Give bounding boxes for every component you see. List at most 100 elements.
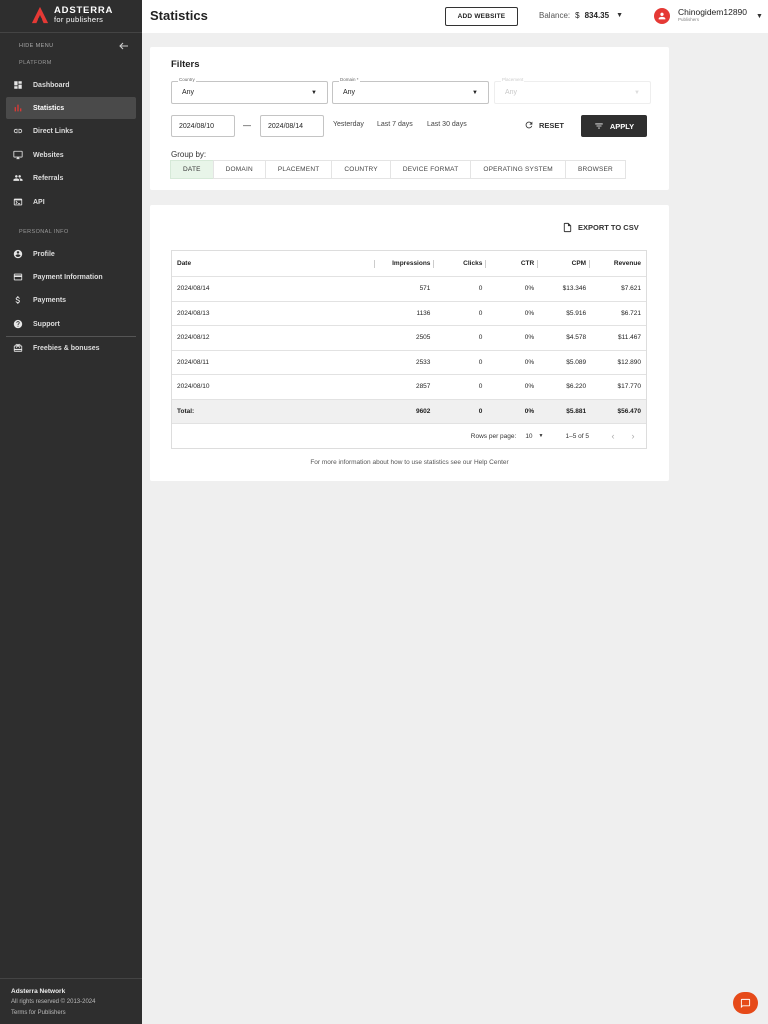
- date-to-input[interactable]: 2024/08/14: [260, 115, 324, 137]
- column-header-revenue[interactable]: Revenue: [589, 251, 646, 276]
- cell-impressions: 2857: [415, 383, 431, 391]
- tab-country[interactable]: COUNTRY: [331, 160, 391, 179]
- sidebar-item-api[interactable]: API: [6, 191, 136, 213]
- cell-date: 2024/08/11: [177, 358, 210, 366]
- cell-revenue: $17.770: [617, 383, 641, 391]
- footer-title: Adsterra Network: [11, 988, 66, 995]
- balance-selector[interactable]: Balance: $ 834.35 ▼: [539, 11, 623, 20]
- column-header-label: CPM: [571, 260, 587, 267]
- quick-range-yesterday[interactable]: Yesterday: [333, 121, 364, 128]
- sidebar-item-profile[interactable]: Profile: [6, 243, 136, 265]
- cell-impressions: 2533: [415, 358, 431, 366]
- chat-button[interactable]: [733, 992, 758, 1014]
- help-center-text[interactable]: For more information about how to use st…: [150, 459, 669, 466]
- brand-tagline: for publishers: [54, 15, 104, 24]
- adsterra-logo[interactable]: ADSTERRA for publishers: [31, 6, 113, 24]
- sidebar-item-label: Dashboard: [33, 81, 70, 89]
- sidebar-item-payment-information[interactable]: Payment Information: [6, 266, 136, 288]
- column-header-impressions[interactable]: Impressions: [373, 251, 436, 276]
- balance-label: Balance:: [539, 11, 571, 20]
- cell-ctr: 0%: [524, 383, 535, 391]
- bar-chart-icon: [13, 103, 23, 113]
- hide-menu-button[interactable]: HIDE MENU: [19, 42, 129, 50]
- sidebar-item-support[interactable]: Support: [6, 313, 136, 335]
- previous-page-icon[interactable]: ‹: [603, 431, 623, 441]
- column-header-cpm[interactable]: CPM: [537, 251, 591, 276]
- balance-currency: $: [575, 11, 580, 20]
- sidebar-item-payments[interactable]: Payments: [6, 289, 136, 311]
- cell-clicks: 0: [478, 358, 483, 366]
- adsterra-logo-icon: [31, 6, 49, 24]
- quick-range-last-30-days[interactable]: Last 30 days: [427, 121, 467, 128]
- rows-per-page-select[interactable]: 10 ▼: [525, 433, 543, 440]
- user-menu[interactable]: Chinogidem12890 Publishers ▼: [654, 8, 763, 24]
- avatar: [654, 8, 670, 24]
- chevron-down-icon: ▼: [756, 12, 763, 20]
- filters-title: Filters: [171, 59, 200, 70]
- sidebar-item-referrals[interactable]: Referrals: [6, 167, 136, 189]
- tab-browser[interactable]: BROWSER: [564, 160, 626, 179]
- sidebar-item-dashboard[interactable]: Dashboard: [6, 74, 136, 96]
- sidebar-item-freebies[interactable]: Freebies & bonuses: [6, 337, 136, 359]
- export-csv-button[interactable]: EXPORT TO CSV: [562, 222, 639, 233]
- reset-button[interactable]: RESET: [524, 120, 564, 130]
- domain-select[interactable]: Domain * Any ▼: [332, 77, 489, 104]
- credit-card-icon: [13, 272, 23, 282]
- monitor-icon: [13, 150, 23, 160]
- sidebar-item-statistics[interactable]: Statistics: [6, 97, 136, 119]
- next-page-icon[interactable]: ›: [623, 431, 643, 441]
- quick-range-last-7-days[interactable]: Last 7 days: [377, 121, 413, 128]
- column-header-label: CTR: [520, 260, 535, 267]
- cell-date: 2024/08/12: [177, 334, 210, 342]
- sidebar-item-label: Profile: [33, 250, 55, 258]
- tab-device-format[interactable]: DEVICE FORMAT: [389, 160, 472, 179]
- column-header-ctr[interactable]: CTR: [485, 251, 539, 276]
- cell-date: 2024/08/10: [177, 383, 210, 391]
- column-divider: [589, 260, 591, 268]
- sidebar-item-websites[interactable]: Websites: [6, 144, 136, 166]
- tab-date[interactable]: DATE: [170, 160, 214, 179]
- top-bar: Statistics ADD WEBSITE Balance: $ 834.35…: [142, 0, 768, 33]
- column-header-date[interactable]: Date: [172, 251, 376, 276]
- cell-ctr: 0%: [524, 285, 535, 293]
- total-label: Total:: [177, 407, 195, 415]
- page-title: Statistics: [150, 8, 208, 23]
- tab-operating-system[interactable]: OPERATING SYSTEM: [470, 160, 566, 179]
- sidebar-item-label: Referrals: [33, 174, 64, 182]
- column-divider: [485, 260, 487, 268]
- statistics-table: Date Impressions Clicks CTR CPM Revenue …: [171, 250, 647, 449]
- cell-cpm: $4.578: [566, 334, 587, 342]
- column-header-clicks[interactable]: Clicks: [433, 251, 487, 276]
- country-select[interactable]: Country Any ▼: [171, 77, 328, 104]
- total-revenue: $56.470: [617, 407, 641, 415]
- sidebar-footer: Adsterra Network All rights reserved © 2…: [11, 986, 95, 1019]
- table-row: 2024/08/14 571 0 0% $13.346 $7.621: [172, 277, 646, 302]
- rows-per-page-value: 10: [525, 432, 533, 440]
- sidebar: ADSTERRA for publishers HIDE MENU PLATFO…: [0, 0, 142, 1024]
- column-header-label: Revenue: [613, 260, 641, 267]
- user-icon: [658, 12, 666, 20]
- cell-ctr: 0%: [524, 309, 535, 317]
- cell-impressions: 2505: [415, 334, 431, 342]
- terms-link[interactable]: Terms for Publishers: [11, 1008, 95, 1019]
- user-role: Publishers: [678, 17, 700, 22]
- date-separator: —: [243, 121, 251, 130]
- help-icon: [13, 319, 23, 329]
- add-website-button[interactable]: ADD WEBSITE: [445, 7, 518, 26]
- tab-placement[interactable]: PLACEMENT: [264, 160, 333, 179]
- domain-value: Any: [343, 89, 356, 96]
- page-range: 1–5 of 5: [565, 432, 590, 440]
- apply-button[interactable]: APPLY: [581, 115, 647, 137]
- column-header-label: Impressions: [392, 260, 431, 267]
- personal-section-label: PERSONAL INFO: [19, 229, 69, 235]
- tab-domain[interactable]: DOMAIN: [212, 160, 266, 179]
- sidebar-item-label: Direct Links: [33, 127, 74, 135]
- cell-revenue: $7.621: [621, 285, 641, 293]
- profile-icon: [13, 249, 23, 259]
- sidebar-item-label: Statistics: [33, 104, 65, 112]
- sidebar-item-label: Payments: [33, 296, 67, 304]
- sidebar-item-label: Websites: [33, 151, 64, 159]
- total-ctr: 0%: [524, 407, 535, 415]
- sidebar-item-direct-links[interactable]: Direct Links: [6, 120, 136, 142]
- date-from-input[interactable]: 2024/08/10: [171, 115, 235, 137]
